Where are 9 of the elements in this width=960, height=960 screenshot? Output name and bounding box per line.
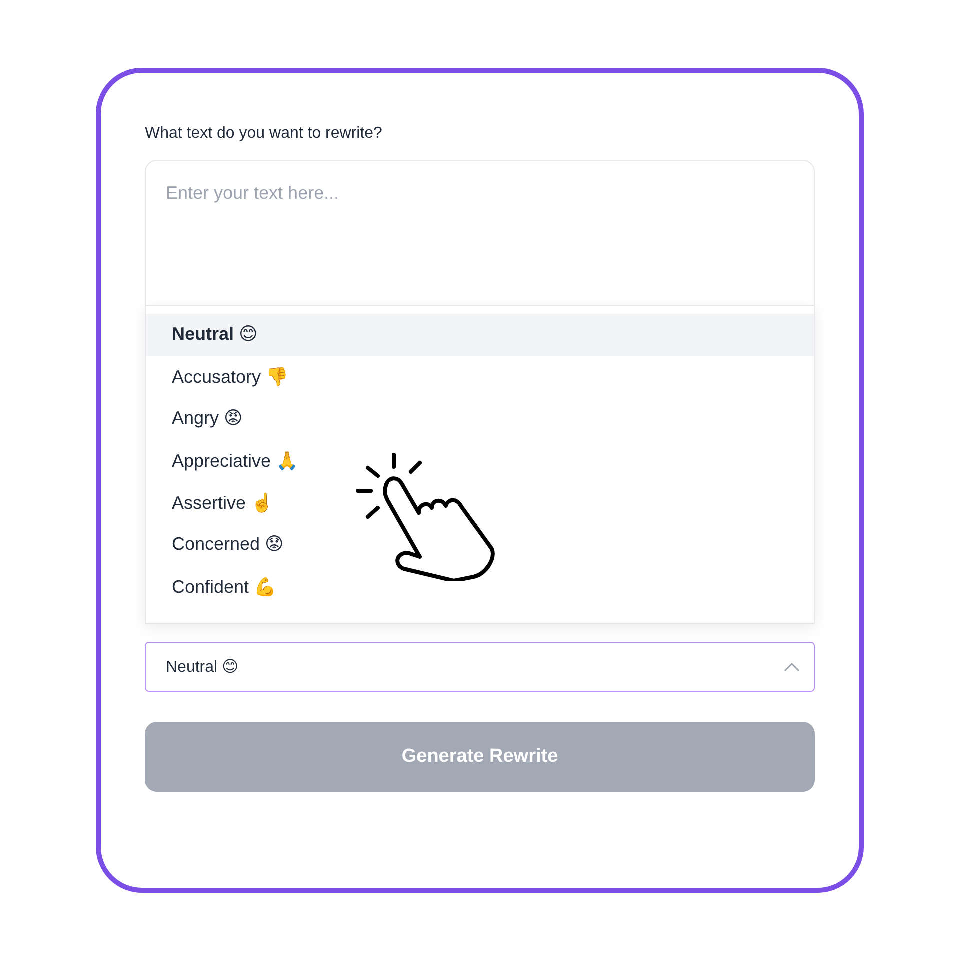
tone-option[interactable]: Accusatory 👎 [146,356,814,398]
tone-select[interactable]: Neutral 😊 [145,642,815,692]
tone-option[interactable]: Appreciative 🙏 [146,440,814,482]
text-input[interactable]: Enter your text here... [145,160,815,304]
tone-option[interactable]: Neutral 😊 [146,314,814,356]
prompt-label: What text do you want to rewrite? [145,124,384,142]
selected-tone: Neutral 😊 [166,658,239,676]
tone-option[interactable]: Confident 💪 [146,566,814,608]
tone-option[interactable]: Angry 😡 [146,398,814,440]
